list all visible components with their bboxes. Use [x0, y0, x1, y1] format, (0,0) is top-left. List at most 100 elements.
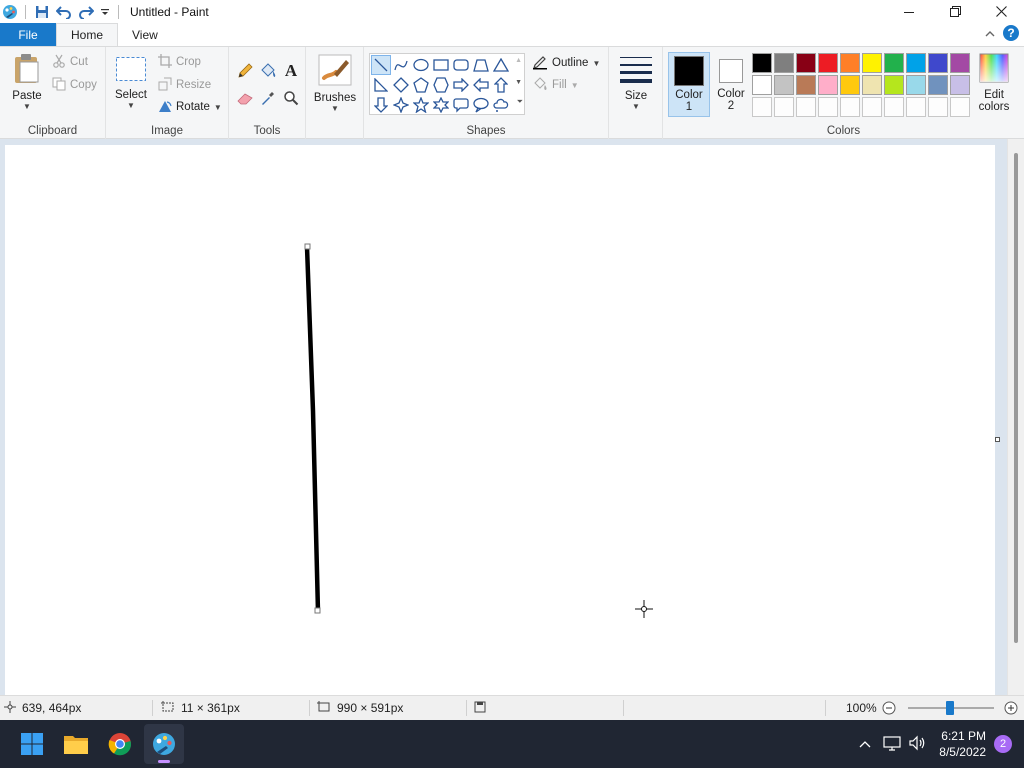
- custom-color-slot[interactable]: [928, 97, 948, 117]
- color-swatch[interactable]: [928, 75, 948, 95]
- clock[interactable]: 6:21 PM 8/5/2022: [939, 728, 986, 760]
- four-point-star-icon[interactable]: [391, 95, 411, 115]
- fill-bucket-icon[interactable]: [259, 63, 277, 82]
- chrome-icon[interactable]: [100, 724, 140, 764]
- custom-color-slot[interactable]: [752, 97, 772, 117]
- cloud-callout-icon[interactable]: [491, 95, 511, 115]
- expand-gallery-icon[interactable]: ⏷: [517, 97, 523, 107]
- custom-color-slot[interactable]: [906, 97, 926, 117]
- notification-badge[interactable]: 2: [994, 735, 1012, 753]
- left-arrow-icon[interactable]: [471, 75, 491, 95]
- tab-home[interactable]: Home: [56, 23, 119, 46]
- customize-toolbar-icon[interactable]: [97, 1, 113, 23]
- text-icon[interactable]: A: [283, 61, 299, 82]
- oval-icon[interactable]: [411, 55, 431, 75]
- help-icon[interactable]: ?: [1002, 24, 1020, 45]
- redo-icon[interactable]: [75, 1, 97, 23]
- scroll-down-icon[interactable]: ▼: [515, 79, 522, 86]
- paint-app-icon[interactable]: [0, 1, 20, 23]
- color-swatch[interactable]: [796, 75, 816, 95]
- cut-button[interactable]: Cut: [52, 52, 88, 72]
- color-swatch[interactable]: [818, 53, 838, 73]
- scroll-up-icon[interactable]: ▲: [515, 57, 522, 64]
- color-swatch[interactable]: [862, 53, 882, 73]
- tab-view[interactable]: View: [118, 23, 172, 46]
- line-endpoint-handle[interactable]: [304, 243, 311, 250]
- color1-button[interactable]: Color 1: [668, 52, 710, 117]
- line-endpoint-handle[interactable]: [314, 607, 321, 614]
- restore-button[interactable]: [932, 0, 978, 23]
- rounded-callout-icon[interactable]: [451, 95, 471, 115]
- pentagon-icon[interactable]: [411, 75, 431, 95]
- custom-color-slot[interactable]: [774, 97, 794, 117]
- color-swatch[interactable]: [928, 53, 948, 73]
- fill-button[interactable]: Fill ▼: [532, 75, 579, 95]
- zoom-slider-thumb[interactable]: [946, 701, 954, 715]
- custom-color-slot[interactable]: [840, 97, 860, 117]
- custom-color-slot[interactable]: [950, 97, 970, 117]
- paint-icon[interactable]: [144, 724, 184, 764]
- volume-icon[interactable]: [909, 735, 927, 754]
- right-triangle-icon[interactable]: [371, 75, 391, 95]
- color-swatch[interactable]: [950, 53, 970, 73]
- color-swatch[interactable]: [840, 53, 860, 73]
- close-button[interactable]: [978, 0, 1024, 23]
- brushes-button[interactable]: Brushes ▼: [314, 54, 356, 113]
- rounded-rectangle-icon[interactable]: [451, 55, 471, 75]
- save-icon[interactable]: [31, 1, 53, 23]
- size-button[interactable]: Size ▼: [618, 55, 654, 111]
- select-button[interactable]: Select ▼: [114, 56, 148, 110]
- color-swatch[interactable]: [796, 53, 816, 73]
- tab-file[interactable]: File: [0, 23, 56, 46]
- down-arrow-icon[interactable]: [371, 95, 391, 115]
- color-swatch[interactable]: [840, 75, 860, 95]
- resize-button[interactable]: Resize: [158, 75, 211, 95]
- triangle-icon[interactable]: [491, 55, 511, 75]
- scrollbar-thumb[interactable]: [1014, 153, 1018, 643]
- rotate-button[interactable]: Rotate ▼: [158, 97, 222, 117]
- rectangle-icon[interactable]: [431, 55, 451, 75]
- color-swatch[interactable]: [752, 75, 772, 95]
- custom-color-slot[interactable]: [862, 97, 882, 117]
- outline-button[interactable]: Outline ▼: [532, 53, 600, 73]
- collapse-ribbon-icon[interactable]: [984, 28, 996, 42]
- color-swatch[interactable]: [862, 75, 882, 95]
- eraser-icon[interactable]: [237, 91, 255, 108]
- windows-start-icon[interactable]: [12, 724, 52, 764]
- crop-button[interactable]: Crop: [158, 52, 201, 72]
- paste-button[interactable]: Paste ▼: [8, 53, 46, 111]
- chevron-up-icon[interactable]: [859, 737, 871, 751]
- undo-icon[interactable]: [53, 1, 75, 23]
- color-swatch[interactable]: [774, 53, 794, 73]
- color2-button[interactable]: Color 2: [712, 52, 750, 117]
- custom-color-slot[interactable]: [796, 97, 816, 117]
- edit-colors-button[interactable]: Edit colors: [974, 53, 1014, 113]
- oval-callout-icon[interactable]: [471, 95, 491, 115]
- canvas-resize-handle[interactable]: [995, 437, 1000, 442]
- file-explorer-icon[interactable]: [56, 724, 96, 764]
- color-swatch[interactable]: [950, 75, 970, 95]
- color-swatch[interactable]: [884, 75, 904, 95]
- polygon-icon[interactable]: [471, 55, 491, 75]
- hexagon-icon[interactable]: [431, 75, 451, 95]
- up-arrow-icon[interactable]: [491, 75, 511, 95]
- zoom-out-button[interactable]: [882, 696, 896, 720]
- magnifier-icon[interactable]: [283, 90, 299, 109]
- minimize-button[interactable]: [886, 0, 932, 23]
- line-icon[interactable]: [371, 55, 391, 75]
- six-point-star-icon[interactable]: [431, 95, 451, 115]
- zoom-in-button[interactable]: [1004, 696, 1018, 720]
- custom-color-slot[interactable]: [884, 97, 904, 117]
- copy-button[interactable]: Copy: [52, 75, 97, 95]
- pencil-icon[interactable]: [237, 63, 253, 82]
- curve-icon[interactable]: [391, 55, 411, 75]
- diamond-icon[interactable]: [391, 75, 411, 95]
- five-point-star-icon[interactable]: [411, 95, 431, 115]
- vertical-scrollbar[interactable]: [1007, 139, 1024, 695]
- right-arrow-icon[interactable]: [451, 75, 471, 95]
- color-swatch[interactable]: [906, 53, 926, 73]
- custom-color-slot[interactable]: [818, 97, 838, 117]
- color-swatch[interactable]: [884, 53, 904, 73]
- color-picker-icon[interactable]: [260, 90, 276, 109]
- color-swatch[interactable]: [774, 75, 794, 95]
